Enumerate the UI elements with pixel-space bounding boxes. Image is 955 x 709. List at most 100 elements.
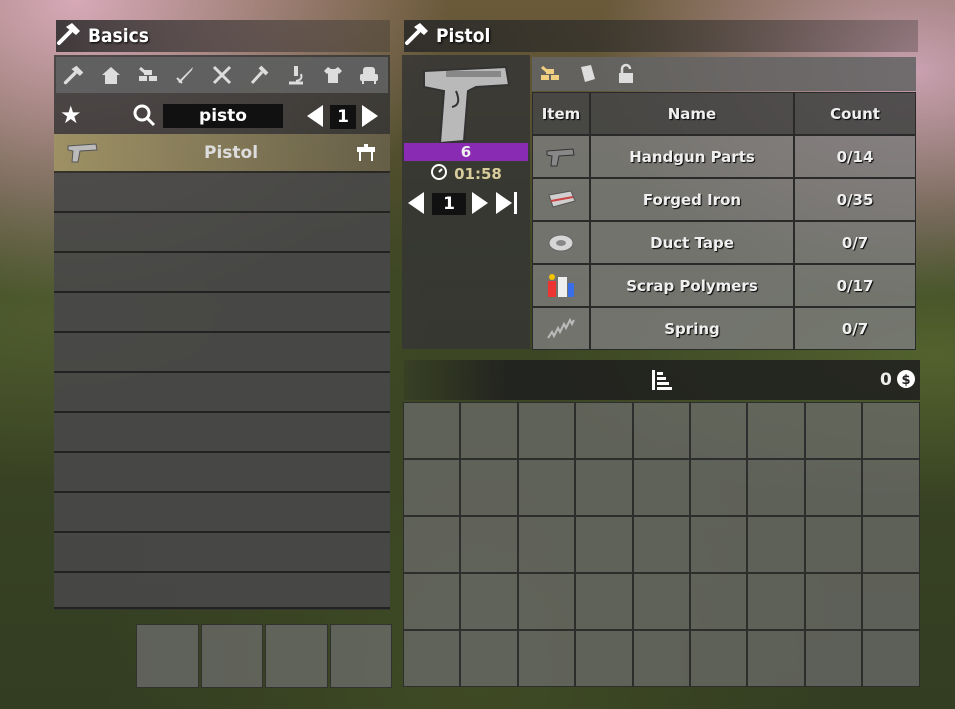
next-page-button[interactable] — [362, 105, 378, 127]
inventory-slot[interactable] — [575, 459, 633, 516]
recipe-name: Pistol — [204, 143, 259, 163]
queue-slot[interactable] — [136, 624, 199, 688]
inventory-slot[interactable] — [460, 573, 518, 630]
inventory-slot[interactable] — [632, 459, 690, 516]
book-icon[interactable] — [576, 62, 600, 86]
ingredients-tab-icon[interactable] — [538, 62, 562, 86]
inventory-slot[interactable] — [689, 459, 748, 516]
inventory-slot[interactable] — [517, 459, 576, 516]
clock-icon — [430, 163, 448, 185]
inventory-slot[interactable] — [403, 573, 461, 630]
inventory-slot[interactable] — [747, 573, 805, 630]
crafting-queue — [136, 624, 392, 688]
inventory-slot[interactable] — [862, 459, 920, 516]
building-blocks-icon[interactable] — [136, 63, 160, 87]
column-count: Count — [794, 92, 916, 135]
inventory-slot[interactable] — [460, 402, 518, 459]
inventory-slot[interactable] — [517, 516, 576, 573]
increase-count-button[interactable] — [472, 192, 488, 214]
hammer-icon — [56, 21, 82, 52]
ingredient-name: Duct Tape — [590, 221, 794, 264]
inventory-slot[interactable] — [403, 630, 461, 687]
panel-title: Pistol — [436, 25, 491, 47]
category-bar — [56, 57, 388, 93]
inventory-slot[interactable] — [517, 630, 576, 687]
inventory-slot[interactable] — [575, 573, 633, 630]
table-row: Scrap Polymers 0/17 — [532, 264, 916, 307]
inventory-slot[interactable] — [460, 459, 518, 516]
sword-icon[interactable] — [173, 63, 197, 87]
list-item — [54, 453, 390, 493]
inventory-slot[interactable] — [632, 516, 690, 573]
column-item: Item — [532, 92, 590, 135]
list-item — [54, 213, 390, 253]
inventory-slot[interactable] — [747, 516, 805, 573]
decrease-count-button[interactable] — [408, 192, 424, 214]
fork-icon[interactable] — [247, 63, 271, 87]
unlock-icon[interactable] — [614, 62, 638, 86]
house-icon[interactable] — [99, 63, 123, 87]
inventory-slot[interactable] — [862, 573, 920, 630]
inventory-slot[interactable] — [747, 459, 805, 516]
favorite-star-icon[interactable]: ★ — [60, 101, 82, 129]
inventory-slot[interactable] — [689, 516, 748, 573]
recipe-item[interactable]: Pistol — [54, 134, 390, 173]
armchair-icon[interactable] — [357, 63, 381, 87]
inventory-slot[interactable] — [575, 516, 633, 573]
inventory-slot[interactable] — [804, 402, 863, 459]
craft-time-row: 01:58 — [404, 163, 528, 185]
inventory-slot[interactable] — [862, 516, 920, 573]
list-item — [54, 413, 390, 453]
inventory-slot[interactable] — [862, 402, 920, 459]
inventory-slot[interactable] — [403, 516, 461, 573]
sort-icon[interactable] — [650, 368, 674, 396]
queue-slot[interactable] — [200, 624, 263, 688]
inventory-slot[interactable] — [575, 402, 633, 459]
inventory-slot[interactable] — [804, 630, 863, 687]
microscope-icon[interactable] — [284, 63, 308, 87]
inventory-slot[interactable] — [460, 516, 518, 573]
table-row: Forged Iron 0/35 — [532, 178, 916, 221]
workbench-icon — [356, 144, 376, 166]
all-icon[interactable] — [62, 63, 86, 87]
craft-count[interactable]: 1 — [432, 193, 466, 215]
inventory-slot[interactable] — [804, 573, 863, 630]
forged-iron-icon — [532, 178, 590, 221]
tools-icon[interactable] — [210, 63, 234, 87]
inventory-slot[interactable] — [517, 402, 576, 459]
inventory-slot[interactable] — [804, 516, 863, 573]
inventory-slot[interactable] — [403, 459, 461, 516]
list-item — [54, 253, 390, 293]
table-row: Handgun Parts 0/14 — [532, 135, 916, 178]
search-input[interactable]: pisto — [163, 104, 283, 128]
ingredient-count: 0/7 — [794, 221, 916, 264]
inventory-slot[interactable] — [747, 630, 805, 687]
max-count-button[interactable] — [496, 192, 517, 214]
inventory-slot[interactable] — [689, 630, 748, 687]
inventory-slot[interactable] — [689, 402, 748, 459]
queue-slot[interactable] — [329, 624, 392, 688]
inventory-slot[interactable] — [689, 573, 748, 630]
spring-icon — [532, 307, 590, 350]
shirt-icon[interactable] — [321, 63, 345, 87]
ingredient-count: 0/14 — [794, 135, 916, 178]
inventory-slot[interactable] — [632, 630, 690, 687]
list-item — [54, 173, 390, 213]
panel-title: Basics — [88, 25, 149, 47]
inventory-slot[interactable] — [804, 459, 863, 516]
inventory-slot[interactable] — [403, 402, 461, 459]
inventory-slot[interactable] — [517, 573, 576, 630]
queue-slot[interactable] — [265, 624, 328, 688]
inventory-slot[interactable] — [862, 630, 920, 687]
ingredient-name: Forged Iron — [590, 178, 794, 221]
inventory-slot[interactable] — [632, 573, 690, 630]
ingredient-name: Handgun Parts — [590, 135, 794, 178]
inventory-slot[interactable] — [747, 402, 805, 459]
recipe-panel: ★ pisto 1 Pistol — [54, 55, 390, 610]
inventory-slot[interactable] — [460, 630, 518, 687]
prev-page-button[interactable] — [307, 105, 323, 127]
inventory-slot[interactable] — [632, 402, 690, 459]
search-icon — [132, 103, 156, 131]
inventory-slot[interactable] — [575, 630, 633, 687]
list-item — [54, 333, 390, 373]
